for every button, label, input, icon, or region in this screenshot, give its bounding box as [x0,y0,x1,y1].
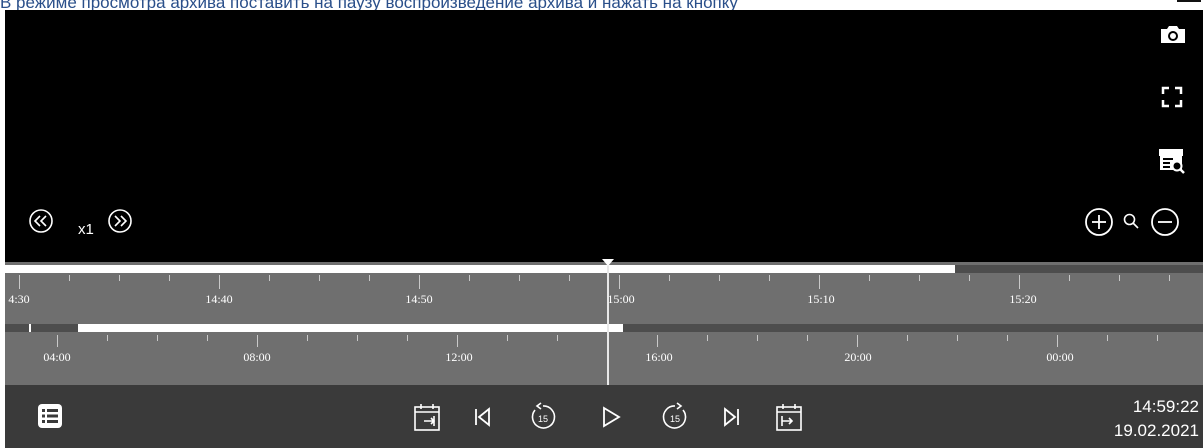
upper-tick-label: 15:20 [1009,292,1037,306]
scale-tick [1069,275,1070,281]
upper-recorded-segment [5,265,955,273]
scale-tick [769,275,770,281]
scale-tick [257,335,258,347]
zoom-out-icon[interactable] [1148,205,1182,239]
video-player: x1 4:30 14:40 14:50 15:00 15:10 15:20 04… [5,10,1203,448]
playhead-marker[interactable] [602,259,614,266]
scale-tick [957,335,958,341]
lower-tick-label: 20:00 [844,350,872,364]
lower-tick-label: 12:00 [445,350,473,364]
scale-tick [469,275,470,281]
zoom-in-icon[interactable] [1082,205,1116,239]
scale-tick [757,335,758,341]
upper-tick-label: 14:50 [405,292,433,306]
lower-tick-label: 08:00 [243,350,271,364]
video-area[interactable]: x1 [5,10,1203,262]
speed-up-icon[interactable] [105,206,135,236]
scale-tick [1119,275,1120,281]
scale-tick [369,275,370,281]
scale-tick [357,335,358,341]
scale-tick [69,275,70,281]
scale-tick [1107,335,1108,341]
menu-list-icon[interactable] [35,401,65,431]
scale-tick [57,335,58,347]
scale-tick [707,335,708,341]
scale-tick [19,275,20,289]
rewind-seconds-label: 15 [538,414,548,424]
skip-to-start-icon[interactable] [469,403,495,431]
scale-tick [907,335,908,341]
scale-tick [557,335,558,341]
scale-tick [207,335,208,341]
upper-recording-track [5,265,1203,273]
skip-to-end-icon[interactable] [719,403,745,431]
upper-tick-label: 15:00 [607,292,635,306]
lower-scale-labels: 04:00 08:00 12:00 16:00 20:00 00:00 [5,350,1203,366]
scale-tick [869,275,870,281]
scale-tick [1169,275,1170,281]
current-date: 19.02.2021 [1113,421,1199,440]
playback-controls: 15 15 14:59:22 19.02.2021 [5,385,1203,448]
current-time: 14:59:22 [1132,397,1199,416]
archive-timeline[interactable]: 4:30 14:40 14:50 15:00 15:10 15:20 04:00… [5,259,1203,385]
slow-down-icon[interactable] [26,206,56,236]
lower-recording-track [5,324,1203,332]
search-icon [1120,210,1142,232]
scale-tick [419,275,420,289]
scale-tick [519,275,520,281]
scale-tick [619,275,620,289]
camera-icon[interactable] [1155,20,1191,48]
playback-speed: x1 [78,221,94,238]
caption-button-fragment [1177,0,1201,2]
calendar-start-icon[interactable] [410,399,444,435]
upper-scale-labels: 4:30 14:40 14:50 15:00 15:10 15:20 [5,292,1203,308]
playhead-line[interactable] [607,262,609,385]
scale-tick [857,335,858,347]
scale-tick [407,335,408,341]
scale-tick [1157,335,1158,341]
scale-tick [219,275,220,289]
play-icon[interactable] [597,403,625,431]
forward-15-icon[interactable]: 15 [657,399,693,435]
fullscreen-icon[interactable] [1157,82,1187,112]
upper-tick-label: 4:30 [8,292,30,306]
scale-tick [1057,335,1058,347]
lower-recorded-segment [78,324,623,332]
forward-seconds-label: 15 [670,414,680,424]
lower-recorded-mark [29,324,31,332]
scale-tick [807,335,808,341]
scale-tick [457,335,458,347]
scale-tick [507,335,508,341]
upper-tick-label: 14:40 [205,292,233,306]
current-datetime: 14:59:22 19.02.2021 [1114,395,1199,443]
scale-tick [919,275,920,281]
scale-tick [107,335,108,341]
rewind-15-icon[interactable]: 15 [525,399,561,435]
scale-tick [819,275,820,289]
scale-tick [319,275,320,281]
scale-tick [569,275,570,281]
archive-search-icon[interactable] [1155,144,1189,178]
scale-tick [719,275,720,281]
scale-tick [157,335,158,341]
scale-tick [119,275,120,281]
scale-tick [169,275,170,281]
scale-tick [1007,335,1008,341]
scale-tick [269,275,270,281]
scale-tick [657,335,658,347]
scale-tick [307,335,308,341]
upper-tick-label: 15:10 [807,292,835,306]
lower-tick-label: 00:00 [1046,350,1074,364]
calendar-end-icon[interactable] [772,399,806,435]
lower-tick-label: 04:00 [43,350,71,364]
lower-tick-label: 16:00 [645,350,673,364]
scale-tick [1019,275,1020,289]
scale-tick [969,275,970,281]
scale-tick [669,275,670,281]
